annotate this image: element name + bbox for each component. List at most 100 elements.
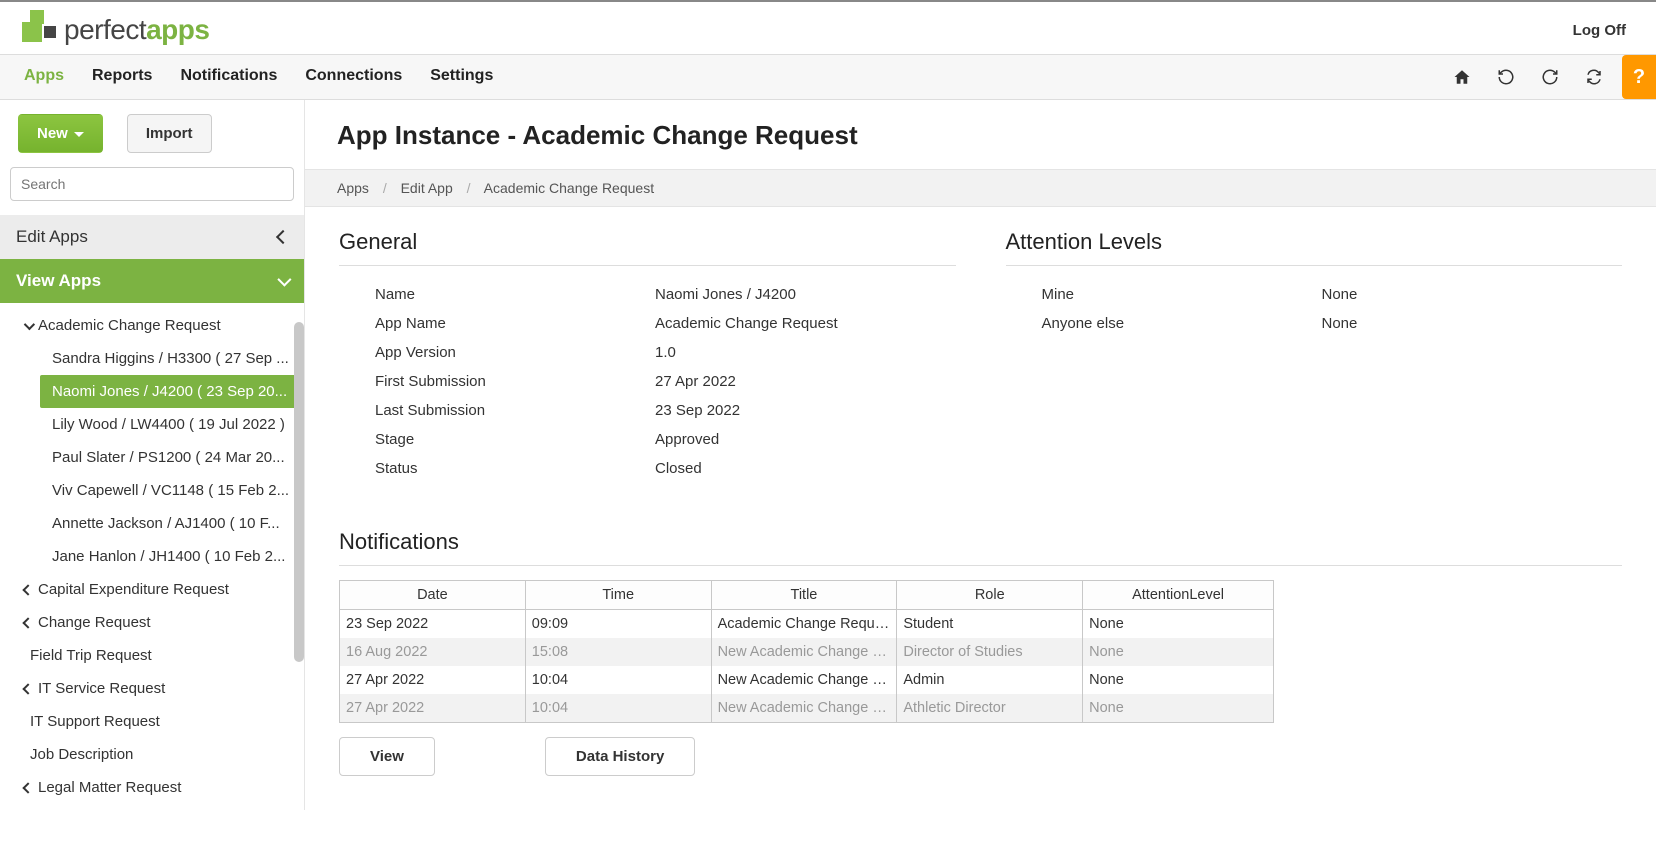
- chevron-left-icon: [22, 584, 33, 595]
- table-cell: 09:09: [525, 610, 711, 639]
- nav-tab-apps[interactable]: Apps: [10, 55, 78, 99]
- data-history-button[interactable]: Data History: [545, 737, 695, 776]
- col-title[interactable]: Title: [711, 581, 897, 610]
- tree-app[interactable]: IT Service Request: [0, 672, 304, 705]
- col-time[interactable]: Time: [525, 581, 711, 610]
- tree-instance[interactable]: Paul Slater / PS1200 ( 24 Mar 20...: [0, 441, 304, 474]
- breadcrumb-current: Academic Change Request: [484, 180, 654, 196]
- tree-app[interactable]: Capital Expenditure Request: [0, 573, 304, 606]
- table-row[interactable]: 23 Sep 202209:09Academic Change Request …: [340, 610, 1274, 639]
- table-cell: None: [1083, 610, 1274, 639]
- new-button[interactable]: New: [18, 114, 103, 153]
- tree-instance[interactable]: Annette Jackson / AJ1400 ( 10 F...: [0, 507, 304, 540]
- tree-app[interactable]: IT Support Request: [0, 705, 304, 738]
- sync-icon[interactable]: [1572, 55, 1616, 99]
- nav-tab-connections[interactable]: Connections: [291, 55, 416, 99]
- main-panel: App Instance - Academic Change Request A…: [305, 100, 1656, 810]
- breadcrumb-link[interactable]: Apps: [337, 180, 369, 196]
- table-cell: Admin: [897, 666, 1083, 694]
- breadcrumb: Apps / Edit App / Academic Change Reques…: [305, 169, 1656, 207]
- page-title: App Instance - Academic Change Request: [305, 100, 1656, 169]
- section-heading: Attention Levels: [1006, 229, 1623, 266]
- search-input[interactable]: [10, 167, 294, 201]
- table-cell: 23 Sep 2022: [340, 610, 526, 639]
- table-row[interactable]: 16 Aug 202215:08New Academic Change Requ…: [340, 638, 1274, 666]
- nav-tab-settings[interactable]: Settings: [416, 55, 507, 99]
- breadcrumb-link[interactable]: Edit App: [401, 180, 453, 196]
- refresh-cw-icon[interactable]: [1528, 55, 1572, 99]
- kv-row: StatusClosed: [339, 454, 956, 483]
- table-cell: None: [1083, 694, 1274, 723]
- brand-text: perfectapps: [64, 14, 209, 46]
- tree-instance[interactable]: Sandra Higgins / H3300 ( 27 Sep ...: [0, 342, 304, 375]
- nav-icon-group: ?: [1440, 55, 1656, 99]
- logoff-link[interactable]: Log Off: [1573, 22, 1636, 39]
- chevron-down-icon: [277, 273, 291, 287]
- breadcrumb-sep: /: [373, 180, 397, 196]
- table-row[interactable]: 27 Apr 202210:04New Academic Change Requ…: [340, 666, 1274, 694]
- kv-row: Last Submission23 Sep 2022: [339, 396, 956, 425]
- tree-app-academic[interactable]: Academic Change Request: [0, 309, 304, 342]
- top-bar: perfectapps Log Off: [0, 0, 1656, 54]
- table-cell: 15:08: [525, 638, 711, 666]
- kv-row: MineNone: [1006, 280, 1623, 309]
- table-cell: New Academic Change Request: [711, 694, 897, 723]
- tree-instance[interactable]: Jane Hanlon / JH1400 ( 10 Feb 2...: [0, 540, 304, 573]
- attention-section: Attention Levels MineNone Anyone elseNon…: [1006, 229, 1623, 483]
- scrollbar-thumb[interactable]: [294, 322, 304, 662]
- tree-instance[interactable]: Viv Capewell / VC1148 ( 15 Feb 2...: [0, 474, 304, 507]
- tree-app[interactable]: Change Request: [0, 606, 304, 639]
- tree-app[interactable]: Field Trip Request: [0, 639, 304, 672]
- general-section: General NameNaomi Jones / J4200 App Name…: [339, 229, 956, 483]
- table-header-row: Date Time Title Role AttentionLevel: [340, 581, 1274, 610]
- table-cell: 27 Apr 2022: [340, 666, 526, 694]
- col-role[interactable]: Role: [897, 581, 1083, 610]
- app-tree: Academic Change Request Sandra Higgins /…: [0, 303, 304, 810]
- tree-app[interactable]: Legal Matter Request: [0, 771, 304, 804]
- tree-instance-selected[interactable]: Naomi Jones / J4200 ( 23 Sep 20...: [40, 375, 298, 408]
- nav-tab-notifications[interactable]: Notifications: [166, 55, 291, 99]
- chevron-left-icon: [22, 782, 33, 793]
- table-row[interactable]: 27 Apr 202210:04New Academic Change Requ…: [340, 694, 1274, 723]
- table-cell: New Academic Change Request: [711, 638, 897, 666]
- table-cell: Athletic Director: [897, 694, 1083, 723]
- chevron-left-icon: [22, 683, 33, 694]
- section-heading: General: [339, 229, 956, 266]
- section-heading: Notifications: [339, 529, 1622, 566]
- col-date[interactable]: Date: [340, 581, 526, 610]
- table-cell: Student: [897, 610, 1083, 639]
- chevron-left-icon: [276, 230, 290, 244]
- chevron-down-icon: [24, 318, 35, 329]
- nav-tabs: Apps Reports Notifications Connections S…: [10, 55, 507, 99]
- main-nav: Apps Reports Notifications Connections S…: [0, 54, 1656, 100]
- kv-row: App NameAcademic Change Request: [339, 309, 956, 338]
- chevron-left-icon: [22, 617, 33, 628]
- breadcrumb-sep: /: [457, 180, 481, 196]
- kv-row: First Submission27 Apr 2022: [339, 367, 956, 396]
- tree-instance[interactable]: Lily Wood / LW4400 ( 19 Jul 2022 ): [0, 408, 304, 441]
- notifications-table: Date Time Title Role AttentionLevel 23 S…: [339, 580, 1274, 723]
- nav-tab-reports[interactable]: Reports: [78, 55, 166, 99]
- kv-row: StageApproved: [339, 425, 956, 454]
- edit-apps-header[interactable]: Edit Apps: [0, 215, 304, 259]
- sidebar: New Import Edit Apps View Apps Academic …: [0, 100, 305, 810]
- import-button[interactable]: Import: [127, 114, 212, 153]
- table-cell: 10:04: [525, 666, 711, 694]
- table-cell: 27 Apr 2022: [340, 694, 526, 723]
- tree-app[interactable]: Job Description: [0, 738, 304, 771]
- kv-row: App Version1.0: [339, 338, 956, 367]
- view-apps-header[interactable]: View Apps: [0, 259, 304, 303]
- table-cell: New Academic Change Request: [711, 666, 897, 694]
- logo-mark: [20, 10, 60, 50]
- brand-logo: perfectapps: [20, 10, 209, 50]
- kv-row: Anyone elseNone: [1006, 309, 1623, 338]
- table-cell: None: [1083, 666, 1274, 694]
- table-cell: None: [1083, 638, 1274, 666]
- notifications-section: Notifications Date Time Title Role Atten…: [339, 529, 1622, 776]
- col-attention[interactable]: AttentionLevel: [1083, 581, 1274, 610]
- view-button[interactable]: View: [339, 737, 435, 776]
- refresh-ccw-icon[interactable]: [1484, 55, 1528, 99]
- kv-row: NameNaomi Jones / J4200: [339, 280, 956, 309]
- help-icon[interactable]: ?: [1622, 55, 1656, 99]
- home-icon[interactable]: [1440, 55, 1484, 99]
